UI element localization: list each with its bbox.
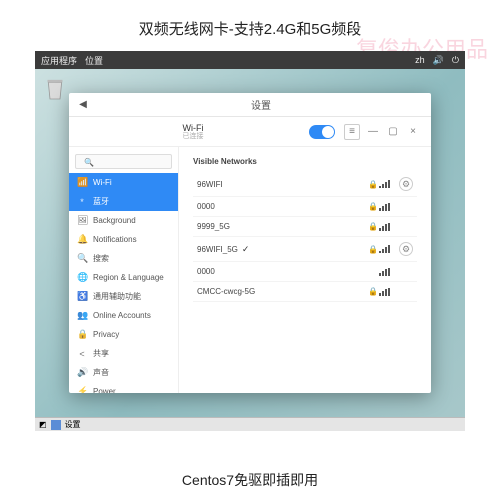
sidebar-item-icon: 🔔: [77, 234, 87, 245]
network-row[interactable]: 0000 🔒: [193, 197, 417, 217]
sidebar-item-3[interactable]: 🔔 Notifications: [69, 230, 178, 249]
minimize-button[interactable]: —: [366, 125, 380, 139]
back-button[interactable]: ◀: [75, 97, 91, 113]
sidebar-item-10[interactable]: 🔊 声音: [69, 363, 178, 382]
sidebar-item-4[interactable]: 🔍 搜索: [69, 249, 178, 268]
connected-check-icon: ✓: [242, 244, 250, 255]
sidebar-item-icon: 🔍: [77, 253, 87, 264]
search-icon: 🔍: [84, 158, 94, 167]
signal-icon: [379, 245, 393, 253]
taskbar-corner-icon[interactable]: ◩: [39, 420, 47, 429]
network-name: 0000: [197, 267, 215, 276]
sidebar-item-label: Notifications: [93, 235, 137, 244]
window-titlebar: ◀ 设置: [69, 93, 431, 117]
sidebar-item-label: Background: [93, 216, 136, 225]
wifi-subtitle: 已连接: [77, 133, 309, 140]
settings-window: ◀ 设置 Wi-Fi 已连接 ≡ — ▢ × 🔍 📶 Wi-Fi: [69, 93, 431, 393]
sidebar-item-icon: ⚡: [77, 386, 87, 393]
top-menubar: 应用程序 位置 zh 🔊 ⏻: [35, 51, 465, 69]
signal-icon: [379, 223, 393, 231]
sidebar-item-label: 共享: [93, 348, 109, 359]
sidebar-item-icon: <: [77, 349, 87, 359]
desktop: 应用程序 位置 zh 🔊 ⏻ ◀ 设置 Wi-Fi 已连接 ≡ — ▢ ×: [35, 51, 465, 431]
menubar-lang[interactable]: zh: [415, 55, 425, 65]
sidebar-item-label: Privacy: [93, 330, 119, 339]
sidebar-item-11[interactable]: ⚡ Power: [69, 382, 178, 393]
trash-icon[interactable]: [45, 77, 65, 101]
lock-icon: 🔒: [367, 180, 379, 189]
network-name: 96WIFI: [197, 180, 223, 189]
network-options-button[interactable]: ⚙: [399, 242, 413, 256]
sidebar-item-icon: 🖼: [77, 215, 87, 226]
lock-icon: 🔒: [367, 245, 379, 254]
signal-icon: [379, 180, 393, 188]
taskbar-app-label[interactable]: 设置: [65, 419, 81, 430]
taskbar-app-icon[interactable]: [51, 420, 61, 430]
network-list: 96WIFI 🔒 ⚙ 0000 🔒 9999_5G 🔒 96WIFI_5G ✓ 🔒 ⚙ 0000 CMC…: [193, 172, 417, 302]
sidebar-item-2[interactable]: 🖼 Background: [69, 211, 178, 230]
sidebar-item-8[interactable]: 🔒 Privacy: [69, 325, 178, 344]
sidebar-search: 🔍: [69, 147, 178, 173]
network-name: 9999_5G: [197, 222, 230, 231]
wifi-title: Wi-Fi: [77, 124, 309, 133]
caption-bottom: Centos7免驱即插即用: [0, 460, 500, 500]
sidebar-item-5[interactable]: 🌐 Region & Language: [69, 268, 178, 287]
sidebar-item-label: Online Accounts: [93, 311, 151, 320]
network-name: 0000: [197, 202, 215, 211]
sidebar-item-icon: 👥: [77, 310, 87, 321]
sidebar-item-9[interactable]: < 共享: [69, 344, 178, 363]
maximize-button[interactable]: ▢: [386, 125, 400, 139]
sidebar-item-label: Region & Language: [93, 273, 164, 282]
sidebar-item-0[interactable]: 📶 Wi-Fi: [69, 173, 178, 192]
network-name: 96WIFI_5G: [197, 245, 238, 254]
sidebar-item-icon: 🔊: [77, 367, 87, 378]
network-row[interactable]: 96WIFI_5G ✓ 🔒 ⚙: [193, 237, 417, 262]
network-row[interactable]: CMCC-cwcg-5G 🔒: [193, 282, 417, 302]
sidebar-item-6[interactable]: ♿ 通用辅助功能: [69, 287, 178, 306]
lock-icon: 🔒: [367, 287, 379, 296]
sidebar-item-icon: 🌐: [77, 272, 87, 283]
sidebar-item-label: 通用辅助功能: [93, 291, 141, 302]
lock-icon: 🔒: [367, 222, 379, 231]
history-button[interactable]: ≡: [344, 124, 360, 140]
window-title: 设置: [97, 97, 425, 112]
content-pane: Visible Networks 96WIFI🔒⚙0000🔒9999_5G🔒96…: [179, 147, 431, 393]
network-name: CMCC-cwcg-5G: [197, 287, 255, 296]
sidebar-item-label: 搜索: [93, 253, 109, 264]
signal-icon: [379, 203, 393, 211]
network-row[interactable]: 9999_5G 🔒: [193, 217, 417, 237]
sidebar-item-1[interactable]: * 蓝牙: [69, 192, 178, 211]
sidebar-item-icon: *: [77, 197, 87, 207]
menubar-power-icon[interactable]: ⏻: [452, 55, 459, 66]
sidebar-item-label: 声音: [93, 367, 109, 378]
sidebar-item-7[interactable]: 👥 Online Accounts: [69, 306, 178, 325]
close-button[interactable]: ×: [406, 125, 420, 139]
network-options-button[interactable]: ⚙: [399, 177, 413, 191]
lock-icon: 🔒: [367, 202, 379, 211]
sidebar-item-label: Power: [93, 387, 116, 393]
visible-networks-title: Visible Networks: [193, 157, 417, 166]
menubar-places[interactable]: 位置: [85, 54, 103, 67]
network-row[interactable]: 0000: [193, 262, 417, 282]
signal-icon: [379, 268, 393, 276]
sidebar-item-icon: 🔒: [77, 329, 87, 340]
caption-top: 双频无线网卡-支持2.4G和5G频段: [0, 0, 500, 51]
sidebar-item-label: Wi-Fi: [93, 178, 112, 187]
sidebar-item-label: 蓝牙: [93, 196, 109, 207]
signal-icon: [379, 288, 393, 296]
menubar-apps[interactable]: 应用程序: [41, 54, 77, 67]
menubar-volume-icon[interactable]: 🔊: [433, 55, 444, 66]
network-row[interactable]: 96WIFI 🔒 ⚙: [193, 172, 417, 197]
wifi-toggle[interactable]: [309, 125, 335, 139]
sidebar-item-icon: ♿: [77, 291, 87, 302]
settings-sidebar: 🔍 📶 Wi-Fi * 蓝牙 🖼 Background 🔔 Notifications 🔍 搜索 🌐…: [69, 147, 179, 393]
wifi-header: Wi-Fi 已连接 ≡ — ▢ ×: [69, 117, 431, 147]
sidebar-item-icon: 📶: [77, 177, 87, 188]
taskbar: ◩ 设置: [35, 417, 465, 431]
